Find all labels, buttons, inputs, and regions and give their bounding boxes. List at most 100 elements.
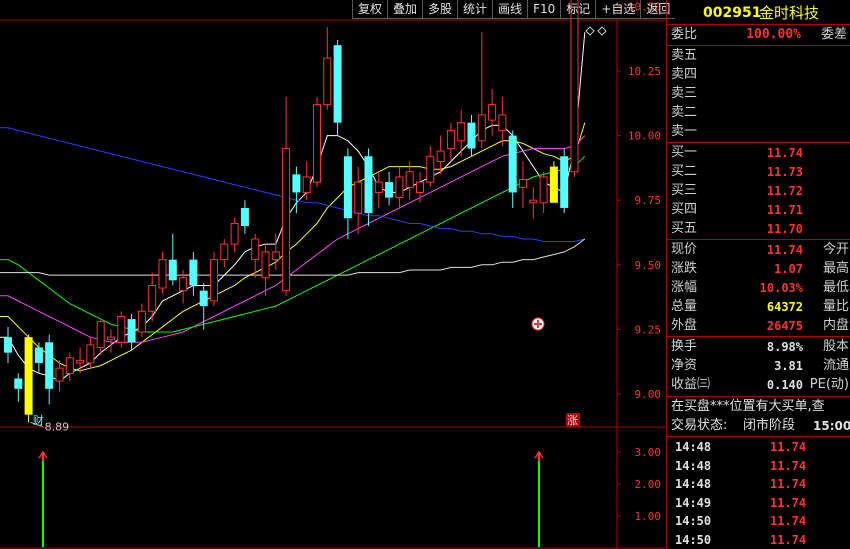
sell-row-2-label: 卖三 xyxy=(671,86,698,101)
tick-price: 11.74 xyxy=(770,514,807,528)
candle xyxy=(189,251,198,296)
ma-line-ma250 xyxy=(0,238,586,276)
candle xyxy=(405,161,414,201)
candle xyxy=(158,251,167,294)
toolbar-button-4[interactable]: 画线 xyxy=(492,0,528,19)
buy-row-2-value: 11.72 xyxy=(766,184,803,198)
sell-row-0: 卖五 xyxy=(671,47,849,65)
quote-row-2-label2: 最低 xyxy=(822,280,849,295)
candle xyxy=(282,96,291,296)
divider xyxy=(667,45,850,46)
quote-row-1-label: 涨跌 xyxy=(671,261,698,276)
tick-price: 11.74 xyxy=(770,458,807,473)
tick-price: 11.74 xyxy=(770,440,807,454)
candle xyxy=(549,161,558,203)
tick-time: 14:49 xyxy=(675,495,712,510)
toolbar-button-5[interactable]: F10 xyxy=(527,0,561,19)
price-tick-label: 10.00 xyxy=(628,130,661,143)
buy-row-0-label: 买一 xyxy=(671,145,698,160)
divider xyxy=(667,336,850,337)
candle xyxy=(354,166,363,234)
divider xyxy=(667,436,850,437)
sell-row-1: 卖四 xyxy=(671,66,849,84)
candle xyxy=(210,251,218,307)
diamond-icon xyxy=(585,26,595,36)
candle xyxy=(14,373,23,402)
toolbar-button-3[interactable]: 统计 xyxy=(457,0,493,19)
tick-price: 11.74 xyxy=(770,477,807,491)
trade-status: 交易状态: 闭市阶段 15:00: xyxy=(671,417,850,435)
quote-row-1: 涨跌 1.07 最高 xyxy=(671,260,849,278)
limit-up-marker[interactable]: 涨 xyxy=(567,414,578,427)
sell-row-0-label: 卖五 xyxy=(671,48,698,63)
stat-row-0-label: 换手 xyxy=(671,339,698,354)
sell-row-4: 卖一 xyxy=(671,123,849,141)
volume-tick-label: 2.00 xyxy=(635,478,662,491)
sell-row-3: 卖二 xyxy=(671,104,849,122)
tick-price: 11.74 xyxy=(770,532,807,547)
tick-time: 14:48 xyxy=(675,477,712,491)
toolbar-button-2[interactable]: 多股 xyxy=(422,0,458,19)
stat-row-0-value: 8.98% xyxy=(766,340,803,354)
add-plus-icon[interactable] xyxy=(531,317,545,331)
stat-row-2: 收益㈢ 0.140 PE(动) xyxy=(671,376,849,394)
buy-row-1-label: 买二 xyxy=(671,164,698,179)
candle xyxy=(45,334,54,405)
buy-row-1: 买二 11.73 xyxy=(671,163,849,181)
candle xyxy=(220,238,229,268)
candle xyxy=(107,329,115,353)
candle xyxy=(199,282,208,330)
candle xyxy=(230,218,239,252)
candle xyxy=(539,171,548,214)
toolbar-button-7[interactable]: +自选 xyxy=(595,0,641,19)
tick-time: 14:50 xyxy=(675,532,712,547)
quote-row-3-value: 64372 xyxy=(766,300,803,314)
kline-chart[interactable]: 3.002.001.00 11.5011.2511.0010.7510.5010… xyxy=(0,0,666,549)
ma-line-ma10 xyxy=(0,122,586,372)
stat-row-0-label2: 股本 xyxy=(822,339,849,354)
candle xyxy=(86,337,95,369)
quote-row-4: 外盘 26475 内盘 xyxy=(671,317,849,335)
tick-row: 14:50 11.74 xyxy=(671,512,849,530)
candle xyxy=(343,148,352,239)
buy-row-0: 买一 11.74 xyxy=(671,144,849,162)
candle xyxy=(374,171,383,208)
candle xyxy=(24,334,33,423)
quote-row-3-label: 总量 xyxy=(671,299,698,314)
price-tick-label: 9.50 xyxy=(635,259,662,272)
candle xyxy=(488,89,497,136)
stat-row-1-value: 3.81 xyxy=(774,359,803,373)
candle xyxy=(96,319,105,356)
toolbar-button-6[interactable]: 标记 xyxy=(560,0,596,19)
buy-row-1-value: 11.73 xyxy=(766,165,803,179)
candle xyxy=(385,171,394,206)
finance-marker[interactable]: 财 xyxy=(33,413,44,427)
weibi-label: 委比 xyxy=(671,27,698,42)
price-tick-label: 9.00 xyxy=(635,388,662,401)
stock-name: 金时科技 xyxy=(759,4,820,22)
toolbar-button-0[interactable]: 复权 xyxy=(352,0,388,19)
quote-row-3: 总量 64372 量比 xyxy=(671,298,849,316)
divider xyxy=(667,396,850,397)
quote-row-0-value: 11.74 xyxy=(766,243,803,257)
stat-row-1-label2: 流通 xyxy=(822,358,849,373)
tick-time: 14:48 xyxy=(675,458,712,473)
tick-row: 14:50 11.74 xyxy=(671,531,849,549)
trade-status-label: 交易状态: xyxy=(671,418,728,433)
stat-row-2-value: 0.140 xyxy=(766,378,803,392)
candle xyxy=(519,161,527,208)
candle xyxy=(395,166,404,208)
stat-row-0: 换手 8.98% 股本 xyxy=(671,338,849,356)
price-tick-label: 10.25 xyxy=(628,65,661,78)
volume-tick-label: 3.00 xyxy=(635,446,662,459)
divider xyxy=(667,142,850,143)
quote-row-2-label: 涨幅 xyxy=(671,280,698,295)
toolbar-button-1[interactable]: 叠加 xyxy=(387,0,423,19)
candle xyxy=(508,130,517,208)
tick-row: 14:48 11.74 xyxy=(671,457,849,475)
message-line: 在买盘***位置有大买单,查 xyxy=(671,399,825,414)
stat-row-1: 净资 3.81 流通 xyxy=(671,357,849,375)
quote-row-2: 涨幅 10.03% 最低 xyxy=(671,279,849,297)
candle xyxy=(4,326,12,363)
stat-row-2-label: 收益㈢ xyxy=(671,377,711,392)
